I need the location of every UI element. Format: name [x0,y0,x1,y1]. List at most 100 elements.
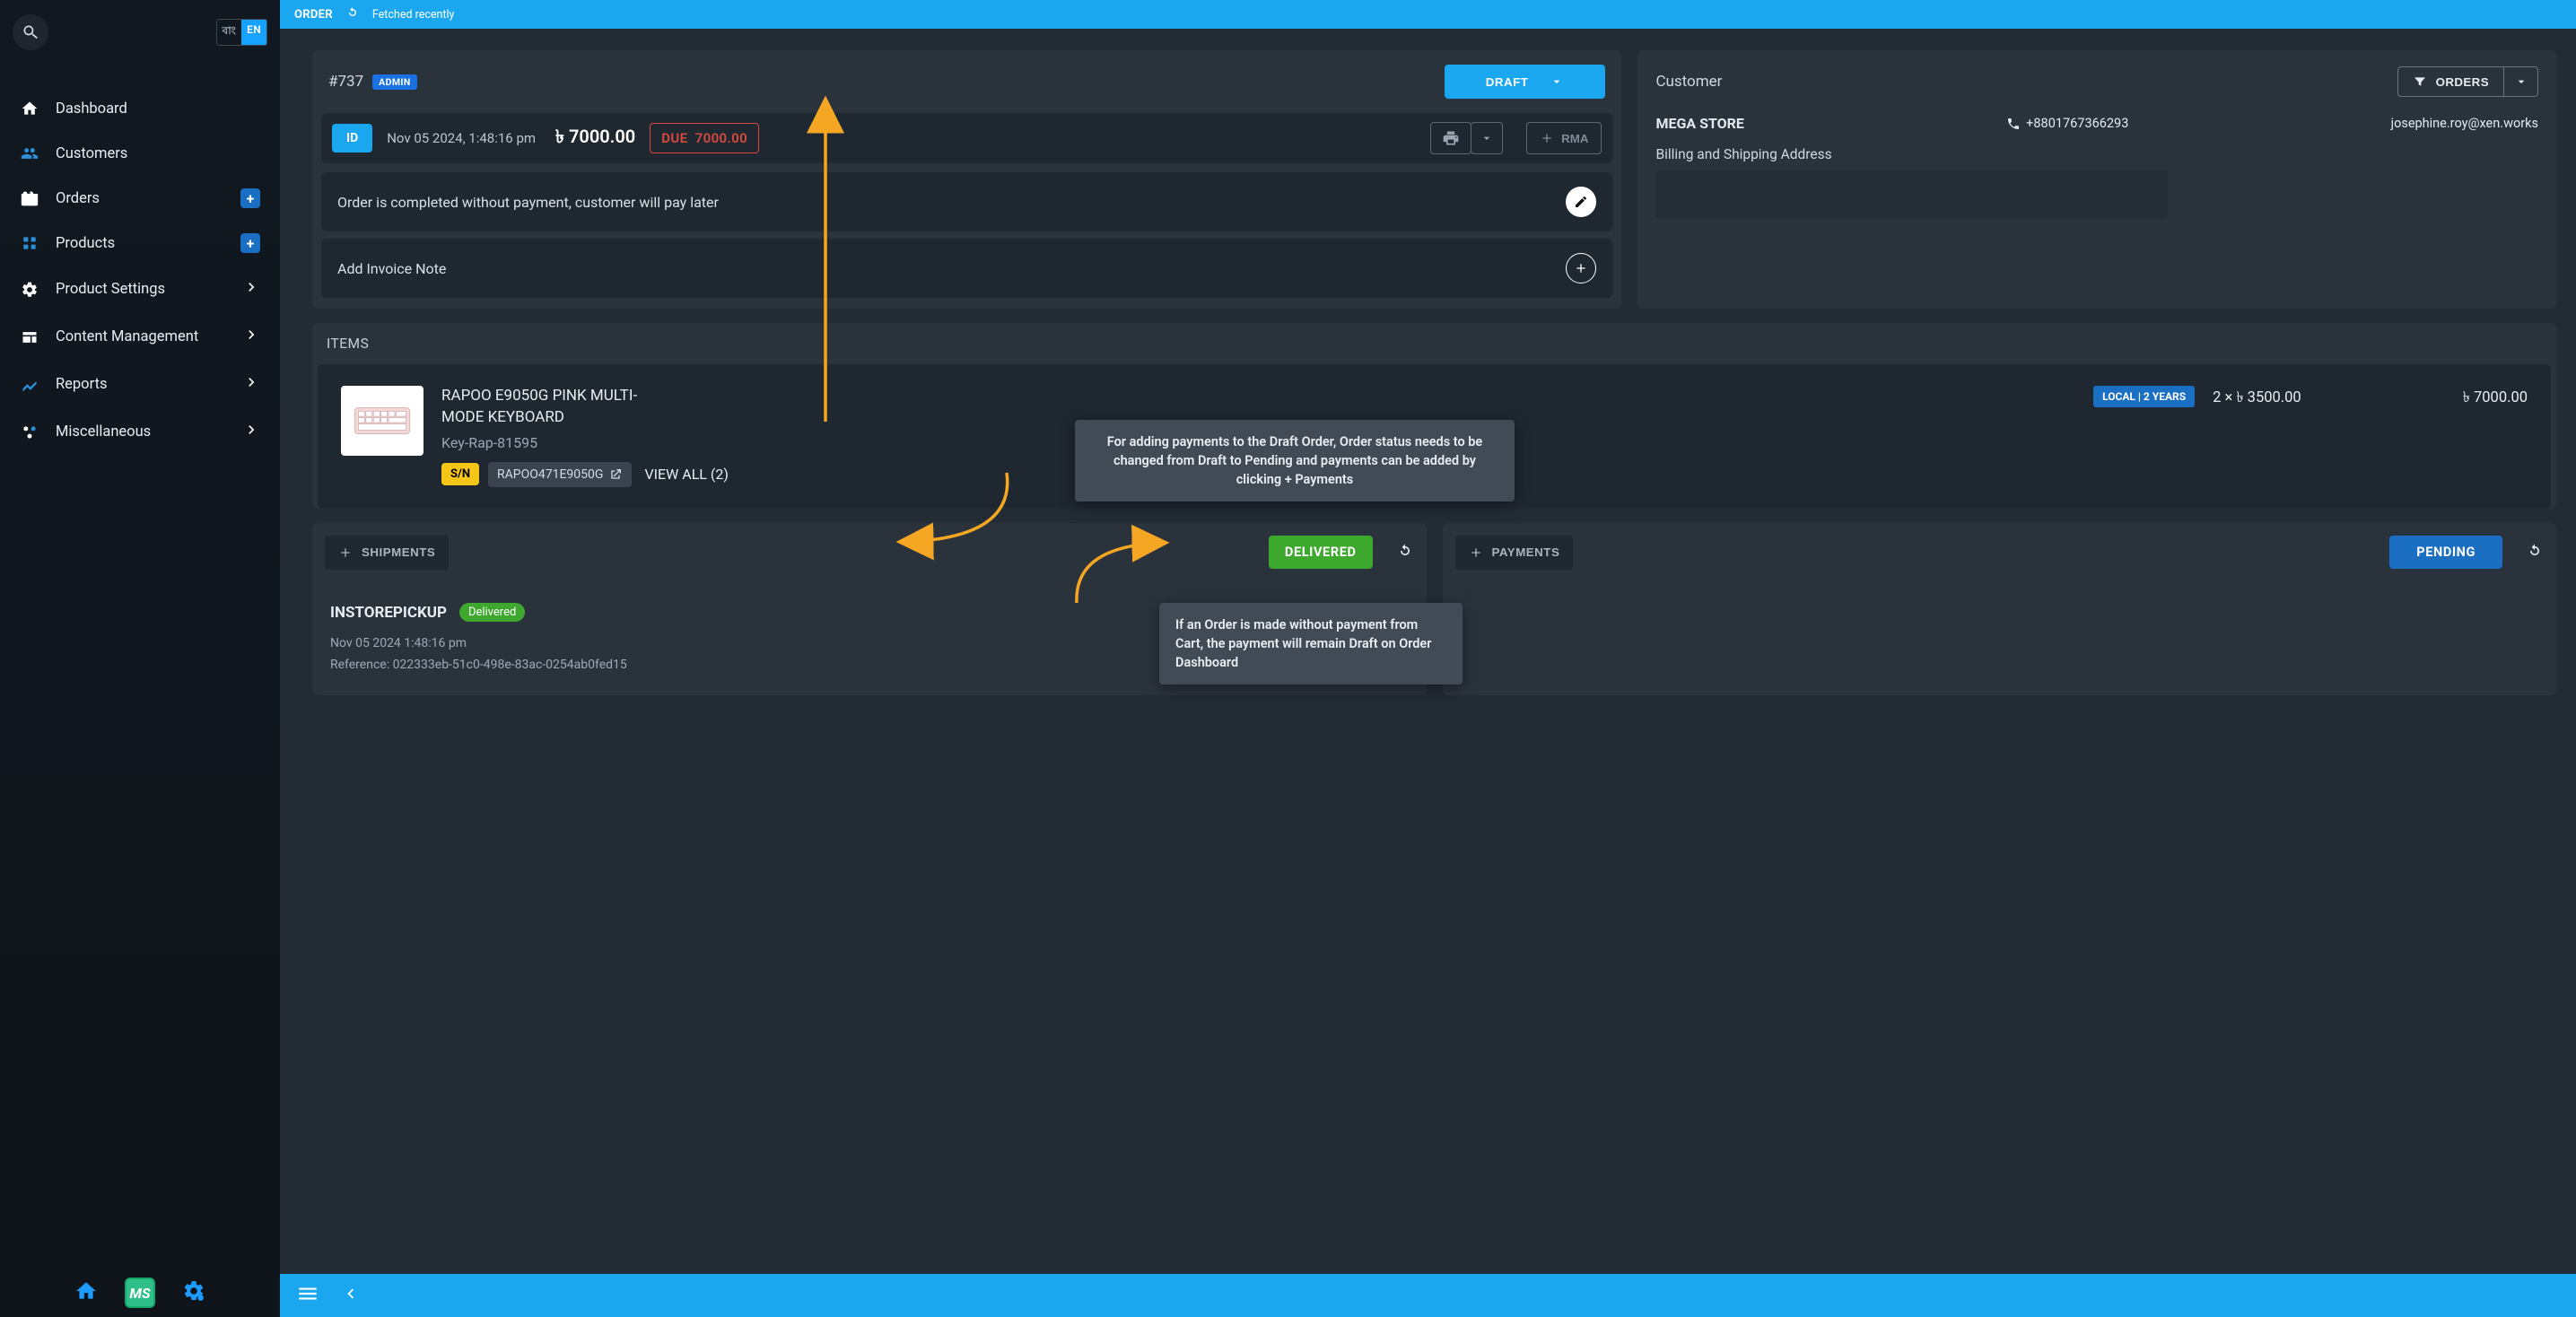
sidebar-item-products[interactable]: Products + [0,221,280,266]
delivered-chip: DELIVERED [1269,536,1373,569]
tooltip-draft-payment: If an Order is made without payment from… [1159,603,1463,685]
phone-icon [2006,117,2021,131]
view-all-serials[interactable]: VIEW ALL (2) [644,466,728,483]
refresh-icon [2526,542,2544,560]
order-amount: ৳ 7000.00 [555,124,635,153]
serial-chip[interactable]: RAPOO471E9050G [488,462,632,487]
sidebar-nav: Dashboard Customers Orders + Products + … [0,59,280,456]
fetch-status: Fetched recently [372,8,455,22]
lang-bn[interactable]: বাং [217,20,242,45]
sidebar-item-product-settings[interactable]: Product Settings [0,266,280,313]
item-thumbnail[interactable] [341,386,424,456]
order-number: #737 [328,73,363,91]
sidebar-item-customers[interactable]: Customers [0,131,280,176]
customer-store: MEGA STORE [1655,115,1743,132]
rma-button[interactable]: RMA [1526,122,1602,154]
sidebar-item-orders[interactable]: Orders + [0,176,280,221]
menu-button[interactable] [296,1282,319,1309]
topbar: ORDER Fetched recently [280,0,2576,29]
gear-icon [20,280,39,300]
orders-button[interactable]: ORDERS [2397,66,2504,97]
chevron-right-icon [242,278,260,301]
sidebar-item-content-management[interactable]: Content Management [0,313,280,361]
chevron-down-icon [2514,74,2528,89]
order-datetime: Nov 05 2024, 1:48:16 pm [387,130,536,146]
shipment-title: INSTOREPICKUP [330,604,447,622]
add-invoice-note-row[interactable]: Add Invoice Note [321,239,1612,298]
add-product-button[interactable]: + [240,233,260,253]
orders-dropdown[interactable] [2504,66,2538,97]
refresh-shipments-button[interactable] [1396,542,1414,563]
order-card: #737 ADMIN DRAFT ID Nov 05 2024, 1:48:16… [312,50,1621,309]
refresh-payments-button[interactable] [2526,542,2544,563]
order-note-text: Order is completed without payment, cust… [337,194,719,211]
nav-label: Dashboard [56,100,127,118]
sidebar-item-reports[interactable]: Reports [0,361,280,408]
orders-icon [20,188,39,208]
pencil-icon [1574,195,1588,209]
nav-label: Orders [56,190,100,207]
nav-label: Reports [56,376,108,393]
bottom-toolbar [280,1274,2576,1317]
plus-icon [338,545,353,560]
add-invoice-note-button[interactable] [1566,253,1596,283]
customer-title: Customer [1655,73,1722,91]
rma-label: RMA [1561,132,1588,145]
nav-label: Content Management [56,328,198,345]
customer-phone: +8801767366293 [2006,116,2128,131]
bottom-home-button[interactable] [74,1279,98,1306]
home-icon [20,99,39,118]
sidebar-item-miscellaneous[interactable]: Miscellaneous [0,408,280,456]
customer-card: Customer ORDERS MEGA STORE [1637,50,2556,309]
add-invoice-note-label: Add Invoice Note [337,260,446,277]
orders-button-label: ORDERS [2436,75,2489,89]
chevron-left-icon [341,1284,361,1304]
bottom-settings-button[interactable] [182,1279,205,1306]
refresh-icon[interactable] [345,5,360,23]
content-icon [20,327,39,347]
hamburger-icon [296,1282,319,1305]
refresh-icon [1396,542,1414,560]
order-note-row: Order is completed without payment, cust… [321,172,1612,231]
filter-icon [2413,74,2427,89]
plus-icon [1574,261,1588,275]
bottom-ms-button[interactable]: MS [125,1278,155,1308]
external-link-icon [608,467,623,482]
pending-chip[interactable]: PENDING [2389,536,2502,569]
due-chip: DUE 7000.00 [650,123,759,153]
main: ORDER Fetched recently #737 ADMIN DRAFT [280,0,2576,1317]
plus-icon [1469,545,1483,560]
address-label: Billing and Shipping Address [1655,146,2538,162]
add-order-button[interactable]: + [240,188,260,208]
edit-note-button[interactable] [1566,187,1596,217]
sidebar-item-dashboard[interactable]: Dashboard [0,86,280,131]
sn-chip: S/N [441,463,479,485]
sidebar-search-button[interactable] [13,14,48,50]
address-box[interactable] [1655,171,2167,218]
plus-icon [1540,131,1554,145]
shipment-status-pill: Delivered [459,603,525,622]
order-status-dropdown[interactable]: DRAFT [1445,65,1606,99]
keyboard-icon [351,395,414,447]
add-shipment-button[interactable]: SHIPMENTS [325,536,449,570]
print-dropdown[interactable] [1471,122,1503,154]
chevron-right-icon [242,326,260,348]
payments-card: PAYMENTS PENDING [1443,523,2557,695]
print-button[interactable] [1430,122,1471,154]
sidebar: বাং EN Dashboard Customers Orders + Prod… [0,0,280,1317]
add-payment-button[interactable]: PAYMENTS [1455,536,1574,570]
back-button[interactable] [341,1284,361,1307]
language-toggle[interactable]: বাং EN [216,19,267,46]
print-icon [1442,129,1460,147]
products-icon [20,233,39,253]
nav-label: Product Settings [56,281,165,298]
reports-icon [20,375,39,395]
nav-label: Customers [56,145,127,162]
lang-en[interactable]: EN [241,20,266,45]
chevron-right-icon [242,373,260,396]
chevron-down-icon [1480,131,1494,145]
tooltip-status-change: For adding payments to the Draft Order, … [1075,420,1515,502]
nav-label: Miscellaneous [56,423,151,440]
chevron-right-icon [242,421,260,443]
id-chip[interactable]: ID [332,124,372,153]
